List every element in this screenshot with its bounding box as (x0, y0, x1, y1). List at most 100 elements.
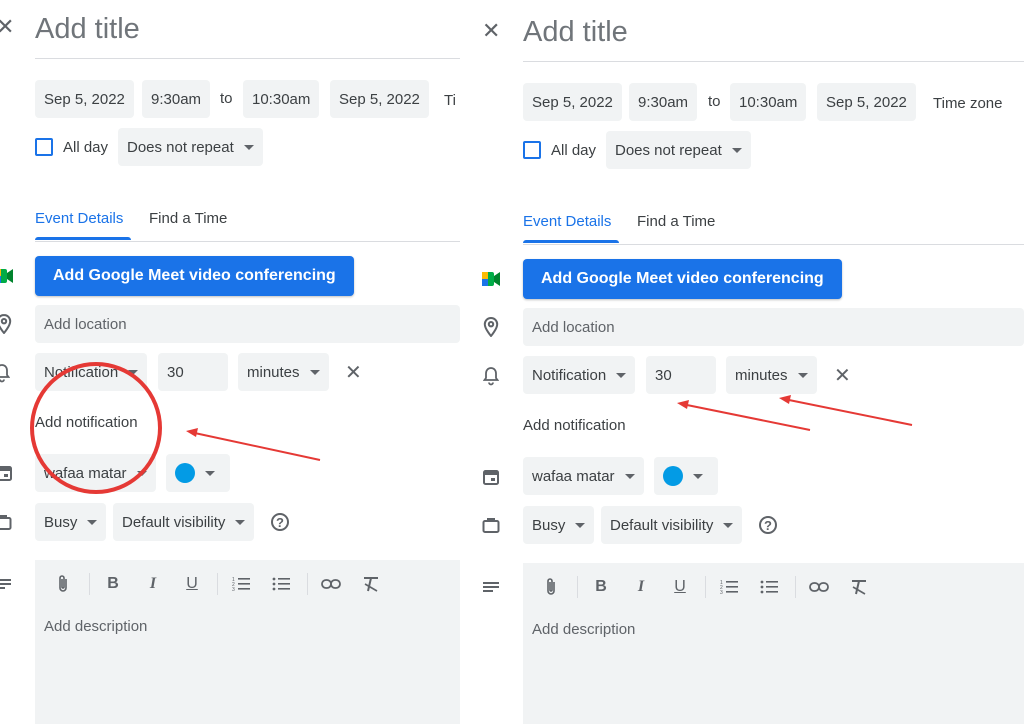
add-meet-button[interactable]: Add Google Meet video conferencing (35, 256, 354, 296)
add-meet-button[interactable]: Add Google Meet video conferencing (523, 259, 842, 299)
title-input[interactable]: Add title (35, 13, 140, 46)
numbered-list-icon[interactable]: 123 (229, 572, 253, 596)
chevron-down-icon (575, 522, 586, 528)
bell-icon (480, 365, 502, 387)
repeat-label: Does not repeat (127, 138, 234, 156)
tab-find-a-time[interactable]: Find a Time (637, 213, 715, 230)
end-time-chip[interactable]: 10:30am (243, 80, 320, 118)
location-pin-icon (0, 313, 14, 335)
help-icon[interactable]: ? (759, 516, 777, 534)
close-icon[interactable]: ✕ (0, 14, 14, 40)
calendar-icon (0, 462, 14, 484)
notification-type: Notification (44, 363, 119, 381)
end-date: Sep 5, 2022 (339, 90, 420, 108)
start-date-chip[interactable]: Sep 5, 2022 (523, 83, 622, 121)
color-dot (663, 466, 683, 486)
chevron-down-icon (136, 470, 147, 476)
notification-value: 30 (167, 363, 184, 381)
help-icon[interactable]: ? (271, 513, 289, 531)
description-placeholder: Add description (532, 621, 636, 638)
title-input[interactable]: Add title (523, 16, 628, 49)
repeat-label: Does not repeat (615, 141, 722, 159)
link-icon[interactable] (807, 575, 831, 599)
timezone-button[interactable]: Ti (444, 92, 456, 109)
numbered-list-icon[interactable]: 123 (717, 575, 741, 599)
end-date-chip[interactable]: Sep 5, 2022 (817, 83, 916, 121)
visibility-dropdown[interactable]: Default visibility (601, 506, 743, 544)
end-date: Sep 5, 2022 (826, 93, 907, 111)
annotation-arrow (681, 403, 811, 431)
location-placeholder: Add location (532, 318, 615, 336)
all-day-checkbox[interactable] (523, 141, 541, 159)
event-editor-right: ✕ Add title Sep 5, 2022 9:30am to 10:30a… (478, 0, 1024, 724)
start-time-chip[interactable]: 9:30am (629, 83, 698, 121)
notification-value-input[interactable]: 30 (158, 353, 228, 391)
tabs-divider (523, 244, 1024, 245)
event-color-dropdown[interactable] (654, 457, 718, 495)
notification-value-input[interactable]: 30 (646, 356, 716, 394)
chevron-down-icon (235, 519, 246, 525)
add-notification-link[interactable]: Add notification (523, 417, 626, 434)
clear-formatting-icon[interactable] (359, 572, 383, 596)
underline-icon[interactable]: U (180, 572, 204, 596)
google-meet-icon (480, 269, 502, 289)
title-underline (523, 61, 1024, 62)
start-date-chip[interactable]: Sep 5, 2022 (35, 80, 134, 118)
start-time-chip[interactable]: 9:30am (142, 80, 211, 118)
location-input[interactable]: Add location (35, 305, 460, 343)
tab-event-details[interactable]: Event Details (35, 210, 123, 227)
link-icon[interactable] (319, 572, 343, 596)
tab-event-details[interactable]: Event Details (523, 213, 611, 230)
chevron-down-icon (128, 369, 139, 375)
title-underline (35, 58, 460, 59)
to-label: to (220, 90, 233, 107)
notes-icon (480, 577, 502, 597)
calendar-owner-dropdown[interactable]: wafaa matar (523, 457, 644, 495)
visibility-dropdown[interactable]: Default visibility (113, 503, 255, 541)
timezone-button[interactable]: Time zone (933, 95, 1002, 112)
notification-unit-dropdown[interactable]: minutes (726, 356, 817, 394)
attach-icon[interactable] (51, 572, 75, 596)
all-day-checkbox[interactable] (35, 138, 53, 156)
clear-formatting-icon[interactable] (847, 575, 871, 599)
description-area[interactable]: B I U 123 Add description (35, 560, 460, 724)
annotation-arrowhead (677, 400, 689, 409)
remove-notification-icon[interactable]: ✕ (834, 363, 851, 388)
event-color-dropdown[interactable] (166, 454, 230, 492)
underline-icon[interactable]: U (668, 575, 692, 599)
all-day-label: All day (551, 142, 597, 159)
repeat-dropdown[interactable]: Does not repeat (606, 131, 751, 169)
description-area[interactable]: B I U 123 Add description (523, 563, 1024, 724)
chevron-down-icon (731, 147, 742, 153)
start-date: Sep 5, 2022 (532, 93, 613, 111)
notification-type-dropdown[interactable]: Notification (523, 356, 636, 394)
tab-find-a-time[interactable]: Find a Time (149, 210, 227, 227)
notification-value: 30 (655, 366, 672, 384)
bulleted-list-icon[interactable] (269, 572, 293, 596)
close-icon[interactable]: ✕ (482, 18, 500, 44)
availability-dropdown[interactable]: Busy (523, 506, 595, 544)
remove-notification-icon[interactable]: ✕ (345, 360, 362, 385)
all-day-label: All day (63, 139, 109, 156)
bold-icon[interactable]: B (101, 572, 125, 596)
calendar-owner-dropdown[interactable]: wafaa matar (35, 454, 156, 492)
chevron-down-icon (205, 470, 215, 476)
toolbar-separator (795, 576, 796, 598)
italic-icon[interactable]: I (141, 572, 165, 596)
italic-icon[interactable]: I (629, 575, 653, 599)
active-tab-indicator (35, 237, 131, 240)
bulleted-list-icon[interactable] (757, 575, 781, 599)
add-notification-link[interactable]: Add notification (35, 414, 138, 431)
color-dot (175, 463, 195, 483)
attach-icon[interactable] (539, 575, 563, 599)
notification-unit-dropdown[interactable]: minutes (238, 353, 329, 391)
end-date-chip[interactable]: Sep 5, 2022 (330, 80, 429, 118)
start-time: 9:30am (638, 93, 689, 111)
notification-type-dropdown[interactable]: Notification (35, 353, 148, 391)
availability-dropdown[interactable]: Busy (35, 503, 107, 541)
location-input[interactable]: Add location (523, 308, 1024, 346)
add-meet-label: Add Google Meet video conferencing (541, 270, 824, 287)
bold-icon[interactable]: B (589, 575, 613, 599)
repeat-dropdown[interactable]: Does not repeat (118, 128, 263, 166)
end-time-chip[interactable]: 10:30am (730, 83, 807, 121)
